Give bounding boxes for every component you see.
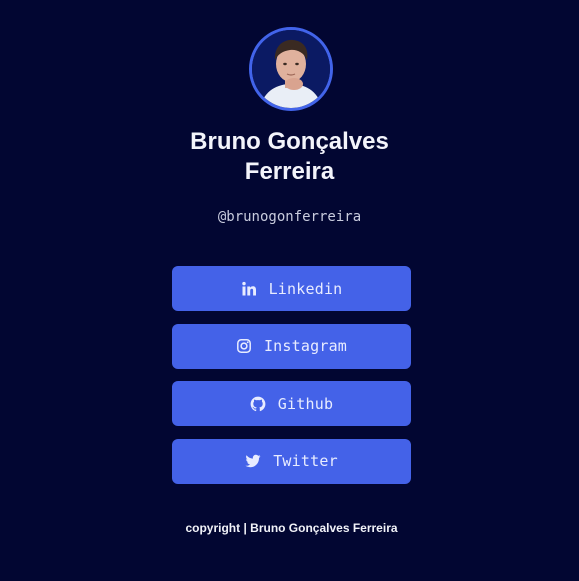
twitter-label: Twitter [273, 452, 338, 470]
instagram-button[interactable]: Instagram [172, 323, 411, 369]
linkedin-icon [241, 281, 257, 297]
profile-photo [252, 30, 330, 108]
instagram-icon [236, 338, 252, 354]
link-tree-page: Bruno Gonçalves Ferreira @brunogonferrei… [0, 0, 579, 581]
linkedin-button[interactable]: Linkedin [172, 266, 411, 311]
twitter-button[interactable]: Twitter [172, 438, 411, 484]
profile-name-line1: Bruno Gonçalves [190, 128, 389, 155]
profile-name: Bruno Gonçalves Ferreira [120, 127, 459, 187]
avatar [249, 27, 333, 111]
profile-handle: @brunogonferreira [217, 209, 362, 225]
github-label: Github [277, 394, 334, 413]
footer-copyright: copyright | Bruno Gonçalves Ferreira [185, 521, 398, 535]
profile-name-line2: Ferreira [244, 158, 335, 185]
instagram-label: Instagram [263, 337, 348, 355]
twitter-icon [245, 453, 261, 469]
github-button[interactable]: Github [172, 381, 411, 426]
links-list: Linkedin Instagram Github Twitter [172, 266, 411, 484]
github-icon [250, 396, 266, 412]
linkedin-label: Linkedin [268, 279, 343, 298]
